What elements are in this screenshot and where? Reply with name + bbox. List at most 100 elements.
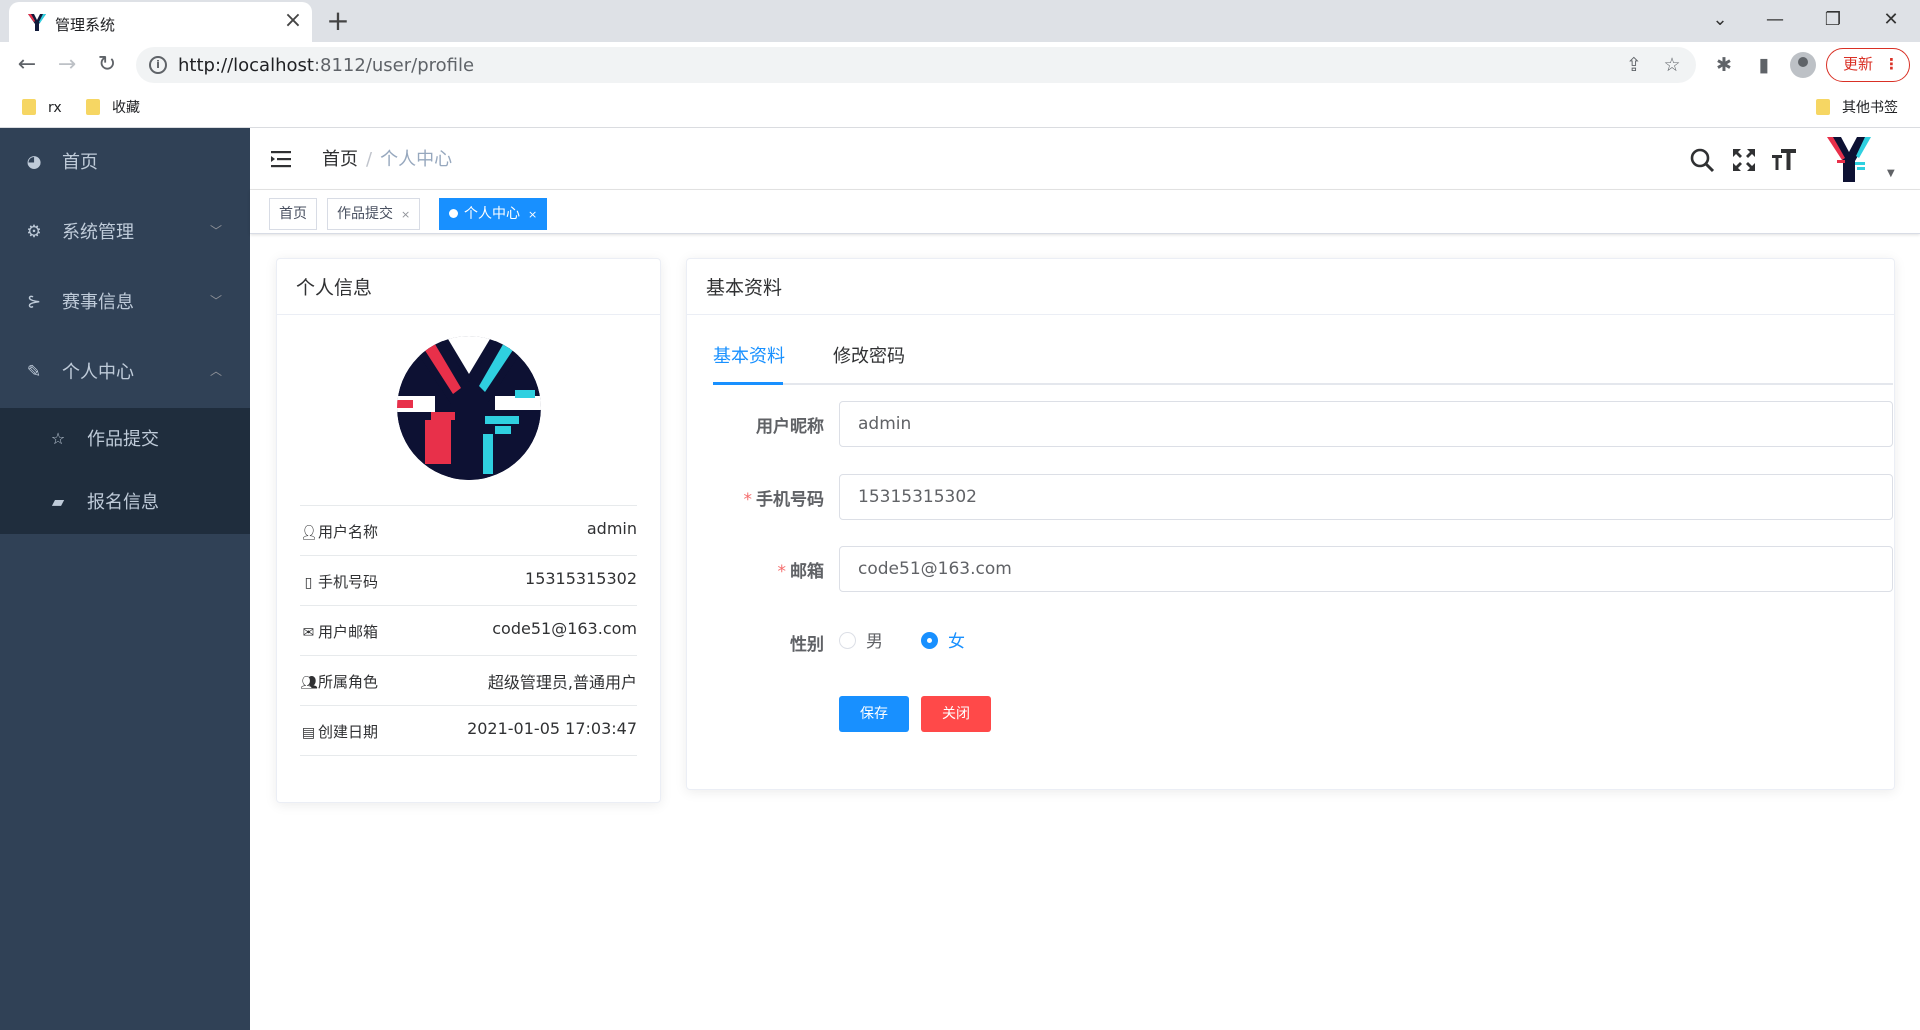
folder-icon: [1816, 99, 1830, 115]
profile-card-title: 个人信息: [277, 259, 660, 315]
reload-icon[interactable]: ↻: [92, 50, 122, 80]
dashboard-icon: ◕: [26, 152, 42, 172]
breadcrumb: 首页 / 个人中心: [322, 149, 453, 170]
caret-down-icon[interactable]: ▼: [1887, 168, 1895, 179]
chevron-up-icon: ︿: [210, 364, 223, 378]
tag-home[interactable]: 首页: [269, 198, 317, 230]
update-button[interactable]: 更新 ⋮: [1826, 48, 1910, 82]
bookmarks-bar: rx 收藏 其他书签: [0, 88, 1920, 128]
browser-tab-title: 管理系统: [55, 16, 116, 34]
close-window-icon[interactable]: ✕: [1871, 4, 1911, 36]
tab-basic-info[interactable]: 基本资料: [713, 345, 785, 369]
profile-card: 个人信息 👤︎用户名称 admin ▯手机号码 15315315302 ✉用: [276, 258, 661, 803]
nickname-row: 用户昵称: [713, 401, 1893, 447]
actions-row: 保存 关闭: [713, 696, 1893, 742]
app-logo-icon: [28, 14, 46, 31]
profile-avatar[interactable]: [395, 334, 543, 482]
sidebar-item-registration[interactable]: ▰ 报名信息: [0, 471, 250, 534]
hamburger-icon[interactable]: [271, 150, 293, 168]
group-icon: 👥︎: [300, 675, 318, 691]
close-icon[interactable]: ×: [401, 208, 410, 221]
email-input[interactable]: [839, 546, 1893, 592]
tags-view: 首页 作品提交 × 个人中心 ×: [250, 190, 1920, 234]
gender-radio-male[interactable]: 男: [839, 631, 883, 653]
sidebar: ◕ 首页 ⚙ 系统管理 ﹀ ⊱ 赛事信息 ﹀ ✎ 个人中心 ︿ ☆ 作品提交 ▰…: [0, 128, 250, 1030]
info-row-username: 👤︎用户名称 admin: [300, 505, 637, 555]
search-icon[interactable]: [1688, 146, 1716, 174]
breadcrumb-current: 个人中心: [380, 149, 453, 170]
gender-row: 性别 男 女: [713, 619, 1893, 665]
share-icon[interactable]: ⇪: [1622, 53, 1646, 77]
bookmark-favorites[interactable]: 收藏: [86, 98, 140, 118]
info-row-role: 👥︎所属角色 超级管理员,普通用户: [300, 655, 637, 705]
back-icon[interactable]: ←: [12, 50, 42, 80]
close-icon[interactable]: ×: [528, 208, 537, 221]
info-row-phone: ▯ 手机号码 15315315302: [300, 555, 637, 605]
close-tab-icon[interactable]: ×: [281, 9, 305, 33]
fullscreen-icon[interactable]: [1730, 146, 1758, 174]
divider: [300, 755, 637, 756]
gear-icon: ⚙: [26, 222, 42, 242]
info-row-email: ✉ 用户邮箱 code51@163.com: [300, 605, 637, 655]
other-bookmarks[interactable]: 其他书签: [1816, 98, 1898, 118]
phone-input[interactable]: [839, 474, 1893, 520]
tab-search-icon[interactable]: ⌄: [1700, 4, 1740, 36]
sidebar-item-home[interactable]: ◕ 首页: [0, 128, 250, 198]
sidebar-item-personal[interactable]: ✎ 个人中心 ︿: [0, 338, 250, 408]
breadcrumb-home[interactable]: 首页: [322, 149, 358, 170]
folder-icon: [22, 99, 36, 115]
edit-icon: ✎: [26, 362, 42, 382]
browser-toolbar: ← → ↻ i http://localhost:8112/user/profi…: [0, 42, 1920, 88]
form-tabs: 基本资料 修改密码: [713, 345, 1893, 385]
tab-change-password[interactable]: 修改密码: [833, 345, 905, 369]
font-size-icon[interactable]: [1770, 146, 1798, 174]
url-text[interactable]: http://localhost:8112/user/profile: [178, 55, 474, 76]
message-icon: ▰: [51, 492, 65, 511]
tree-icon: ⊱: [26, 292, 42, 312]
browser-tab[interactable]: 管理系统 ×: [9, 2, 312, 42]
email-row: * 邮箱: [713, 546, 1893, 592]
sidebar-item-system[interactable]: ⚙ 系统管理 ﹀: [0, 198, 250, 268]
extensions-icon[interactable]: ✱: [1710, 51, 1738, 79]
side-panel-icon[interactable]: ▮: [1750, 51, 1778, 79]
email-label: * 邮箱: [777, 562, 825, 582]
calendar-icon: ▤: [301, 725, 316, 741]
nickname-label: 用户昵称: [756, 417, 824, 437]
gender-label: 性别: [790, 635, 824, 655]
star-icon: ☆: [50, 429, 66, 448]
phone-icon: ▯: [304, 575, 313, 591]
address-bar[interactable]: i http://localhost:8112/user/profile ⇪ ☆: [136, 47, 1696, 83]
phone-row: * 手机号码: [713, 474, 1893, 520]
user-avatar[interactable]: [1823, 134, 1875, 184]
gender-radio-female[interactable]: 女: [921, 631, 965, 653]
new-tab-button[interactable]: +: [322, 6, 354, 38]
mail-icon: ✉: [302, 625, 315, 641]
forward-icon[interactable]: →: [52, 50, 82, 80]
tag-submission[interactable]: 作品提交 ×: [327, 198, 421, 230]
chevron-down-icon: ﹀: [210, 294, 223, 308]
profile-icon[interactable]: [1790, 52, 1816, 78]
close-button[interactable]: 关闭: [921, 696, 991, 732]
save-button[interactable]: 保存: [839, 696, 909, 732]
sidebar-submenu: ☆ 作品提交 ▰ 报名信息: [0, 408, 250, 534]
tag-personal-center[interactable]: 个人中心 ×: [439, 198, 548, 230]
bookmark-star-icon[interactable]: ☆: [1660, 53, 1684, 77]
minimize-icon[interactable]: —: [1755, 4, 1795, 36]
tab-ink-bar: [713, 382, 783, 385]
site-info-icon[interactable]: i: [149, 56, 167, 74]
user-icon: 👤︎: [300, 525, 318, 541]
nickname-input[interactable]: [839, 401, 1893, 447]
restore-icon[interactable]: ❐: [1813, 4, 1853, 36]
info-row-created: ▤ 创建日期 2021-01-05 17:03:47: [300, 705, 637, 755]
basic-card-title: 基本资料: [687, 259, 1894, 315]
sidebar-item-submission[interactable]: ☆ 作品提交: [0, 408, 250, 471]
phone-label: * 手机号码: [743, 490, 825, 510]
sidebar-item-events[interactable]: ⊱ 赛事信息 ﹀: [0, 268, 250, 338]
browser-tabstrip: 管理系统 × + ⌄ — ❐ ✕: [0, 0, 1920, 42]
bookmark-rx[interactable]: rx: [22, 98, 62, 118]
basic-info-card: 基本资料 基本资料 修改密码 用户昵称 *手机号码 *邮箱 性别 男 女 保存 …: [686, 258, 1895, 790]
chevron-down-icon: ﹀: [210, 224, 223, 238]
folder-icon: [86, 99, 100, 115]
app-header: 首页 / 个人中心 ▼: [250, 128, 1920, 190]
more-icon[interactable]: ⋮: [1884, 49, 1899, 80]
